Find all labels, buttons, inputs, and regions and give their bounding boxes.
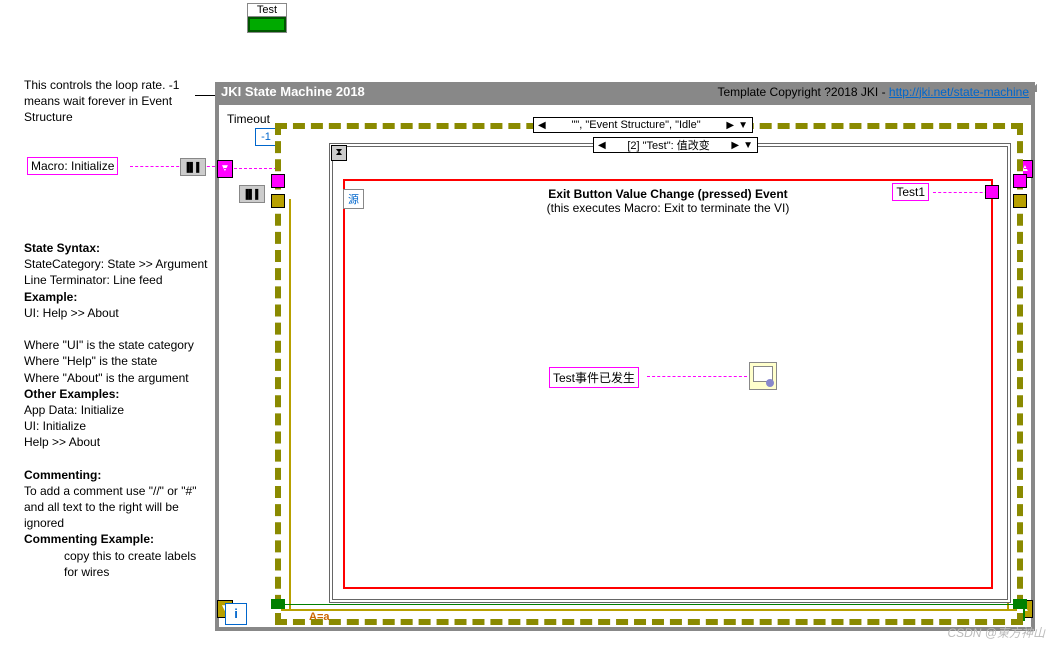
test1-wire <box>933 192 993 193</box>
case-selector[interactable]: ◀ "", "Event Structure", "Idle" ▶ ▼ <box>533 117 753 133</box>
example-1: UI: Help >> About <box>24 305 209 321</box>
test-led[interactable] <box>248 17 286 32</box>
case-tunnel-right-magenta <box>1013 174 1027 188</box>
test-msg-wire <box>647 376 747 377</box>
event-prev-arrow[interactable]: ◀ <box>596 140 608 151</box>
title-bar: JKI State Machine 2018 Template Copyrigh… <box>215 82 1035 101</box>
event-dropdown-arrow[interactable]: ▼ <box>741 140 755 151</box>
jki-link[interactable]: http://jki.net/state-machine <box>889 85 1029 99</box>
test1-constant[interactable]: Test1 <box>892 183 929 201</box>
timeout-value[interactable]: -1 <box>255 128 277 146</box>
state-syntax-hdr: State Syntax: <box>24 240 209 256</box>
title-text: JKI State Machine 2018 <box>221 84 365 99</box>
main-frame: JKI State Machine 2018 Template Copyrigh… <box>215 82 1035 631</box>
example-hdr: Example: <box>24 289 209 305</box>
help-block: State Syntax: StateCategory: State >> Ar… <box>24 240 209 580</box>
while-loop: Timeout -1 ⧗ ▼ ▼ ▲ ▲ ▐▌▌ ▐▌▌ i executes … <box>215 101 1035 631</box>
event-next-arrow[interactable]: ▶ <box>729 140 741 151</box>
comment-ex-1: copy this to create labels for wires <box>64 548 209 580</box>
commenting-1: To add a comment use "//" or "#" and all… <box>24 483 209 532</box>
bundle-icon[interactable]: ▐▌▌ <box>239 185 265 203</box>
test-boolean-control[interactable]: Test <box>247 3 287 33</box>
where-about: Where "About" is the argument <box>24 370 209 386</box>
iteration-terminal: i <box>225 603 247 625</box>
event-structure[interactable]: ◀ [2] "Test": 值改变 ▶ ▼ ⧗ 源 Exit Button Va… <box>329 143 1011 603</box>
state-syntax-1: StateCategory: State >> Argument <box>24 256 209 272</box>
case-prev-arrow[interactable]: ◀ <box>536 120 548 131</box>
watermark: CSDN @東方神山 <box>947 624 1045 641</box>
loop-rate-help: This controls the loop rate. -1 means wa… <box>24 77 204 126</box>
test-label: Test <box>248 4 286 17</box>
event-tunnel-right <box>985 185 999 199</box>
state-syntax-2: Line Terminator: Line feed <box>24 272 209 288</box>
case-selector-text: "", "Event Structure", "Idle" <box>548 119 725 131</box>
one-button-dialog-icon[interactable] <box>749 362 777 390</box>
error-wire <box>281 609 1017 611</box>
resize-handle-icon[interactable] <box>1029 84 1037 92</box>
case-tunnel-left-yellow <box>271 194 285 208</box>
other-2: UI: Initialize <box>24 418 209 434</box>
string-comparison-icon: A=a <box>309 611 330 623</box>
where-ui: Where "UI" is the state category <box>24 337 209 353</box>
shift-reg-left-1[interactable]: ▼ <box>217 160 233 178</box>
event-subtitle: (this executes Macro: Exit to terminate … <box>345 201 991 215</box>
case-tunnel-right-yellow <box>1013 194 1027 208</box>
case-dropdown-arrow[interactable]: ▼ <box>736 120 750 131</box>
test-event-msg-constant[interactable]: Test事件已发生 <box>549 367 639 388</box>
case-tunnel-left-magenta <box>271 174 285 188</box>
commenting-hdr: Commenting: <box>24 467 209 483</box>
other-1: App Data: Initialize <box>24 402 209 418</box>
event-selector-text: [2] "Test": 值改变 <box>608 137 730 153</box>
case-structure[interactable]: ◀ "", "Event Structure", "Idle" ▶ ▼ A=a <box>275 123 1023 625</box>
macro-initialize-constant[interactable]: Macro: Initialize <box>27 157 118 175</box>
other-3: Help >> About <box>24 434 209 450</box>
copyright-prefix: Template Copyright ?2018 JKI - <box>718 85 889 99</box>
stop-wire <box>281 604 1017 605</box>
where-help: Where "Help" is the state <box>24 353 209 369</box>
other-hdr: Other Examples: <box>24 386 209 402</box>
event-selector[interactable]: ◀ [2] "Test": 值改变 ▶ ▼ <box>593 137 758 153</box>
outer-bundle-icon[interactable]: ▐▌▌ <box>180 158 206 176</box>
timeout-label: Timeout <box>227 112 270 126</box>
copyright-text: Template Copyright ?2018 JKI - http://jk… <box>718 85 1030 99</box>
event-case-frame: 源 Exit Button Value Change (pressed) Eve… <box>343 179 993 589</box>
error-wire-v-left <box>289 199 291 609</box>
case-next-arrow[interactable]: ▶ <box>724 120 736 131</box>
comment-ex-hdr: Commenting Example: <box>24 531 209 547</box>
event-timeout-icon[interactable]: ⧗ <box>331 145 347 161</box>
